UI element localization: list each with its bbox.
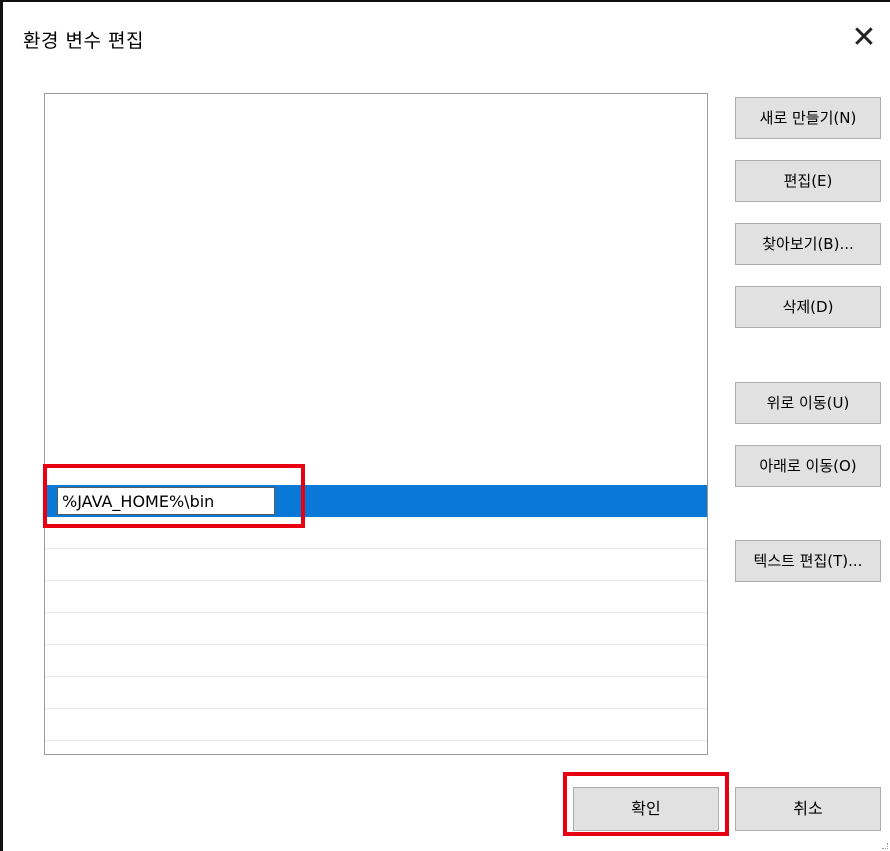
list-item[interactable]: [45, 709, 707, 741]
close-button[interactable]: ✕: [844, 18, 884, 58]
move-up-button[interactable]: 위로 이동(U): [735, 382, 881, 424]
dialog-title: 환경 변수 편집: [23, 30, 144, 52]
edit-button[interactable]: 편집(E): [735, 160, 881, 202]
new-button[interactable]: 새로 만들기(N): [735, 97, 881, 139]
cancel-button[interactable]: 취소: [735, 787, 881, 831]
move-down-button[interactable]: 아래로 이동(O): [735, 445, 881, 487]
title-bar: 환경 변수 편집 ✕: [3, 2, 890, 72]
list-item[interactable]: [45, 581, 707, 613]
list-item[interactable]: [45, 645, 707, 677]
list-item[interactable]: [45, 677, 707, 709]
path-list[interactable]: [44, 93, 708, 755]
edit-text-button[interactable]: 텍스트 편집(T)...: [735, 540, 881, 582]
browse-button[interactable]: 찾아보기(B)...: [735, 223, 881, 265]
annotation-highlight-edit-field: [43, 464, 305, 528]
close-icon: ✕: [851, 20, 877, 55]
list-item[interactable]: [45, 549, 707, 581]
delete-button[interactable]: 삭제(D): [735, 286, 881, 328]
edit-environment-variable-dialog: 환경 변수 편집 ✕ 새로 만들기(N) 편집(E) 찾아보기(B)... 삭제…: [0, 0, 890, 851]
resize-grip[interactable]: [882, 843, 888, 849]
list-item[interactable]: [45, 613, 707, 645]
annotation-highlight-ok-button: [563, 772, 729, 836]
